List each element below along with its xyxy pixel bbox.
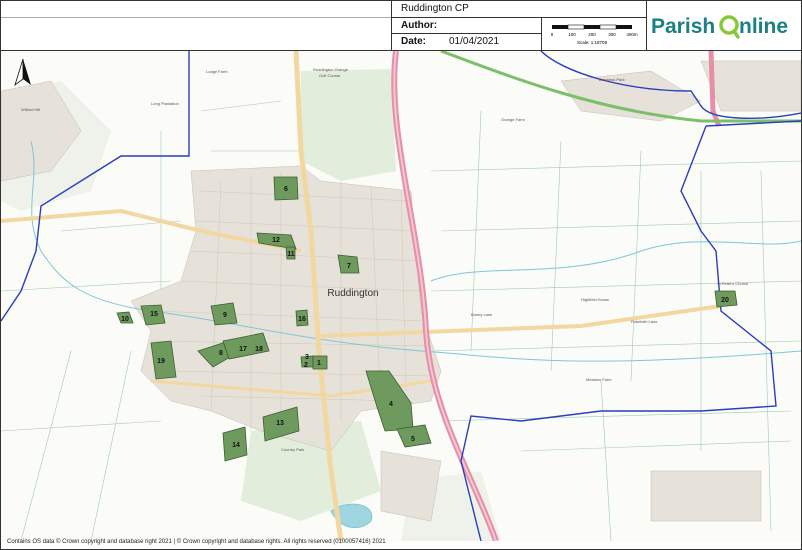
site-label: 20 (721, 297, 729, 304)
site-label: 4 (389, 401, 393, 408)
site-label: 13 (276, 420, 284, 427)
site-label: 2 (304, 362, 308, 369)
scale-tick: 100 (568, 32, 576, 37)
site-label: 18 (255, 346, 263, 353)
scale-tick: 300 (608, 32, 616, 37)
date-label: Date: (401, 36, 427, 47)
site-label: 6 (284, 186, 288, 193)
author-label: Author: (401, 20, 438, 31)
site-label: 5 (411, 436, 415, 443)
map-header: Ruddington CP Author: Date: 01/04/2021 0… (1, 1, 801, 51)
scale-tick: 0 (551, 32, 554, 37)
map-label: Grange Farm (501, 117, 525, 122)
map-label: St Peter's Church (717, 281, 748, 286)
parish-online-logo[interactable]: Parish nline (649, 7, 799, 43)
scale-tick: 200 (588, 32, 596, 37)
map-label: Ruddington Grange (313, 67, 349, 72)
site-label: 1 (317, 360, 321, 367)
map-label: Flawforth Lane (631, 319, 658, 324)
map-label: Long Plantation (151, 101, 179, 106)
site-label: 9 (223, 312, 227, 319)
site-label: 15 (150, 311, 158, 318)
header-divider (1, 17, 391, 18)
site-label: 19 (157, 358, 165, 365)
map-label: Bunny Lane (471, 312, 493, 317)
map-frame: Ruddington CP Author: Date: 01/04/2021 0… (0, 0, 802, 550)
header-divider (541, 17, 542, 50)
site-label: 16 (298, 316, 306, 323)
header-divider (646, 1, 647, 50)
map-label: Business Park (599, 77, 625, 82)
header-divider (391, 1, 392, 50)
site-label: 11 (287, 251, 295, 258)
logo-word-online: nline (739, 15, 788, 38)
magnifier-icon (719, 15, 740, 39)
scale-text: Scale: 1:18709 (577, 40, 608, 45)
site-label: 14 (232, 442, 240, 449)
scale-bar: 0 100 200 300 400m Scale: 1:18709 (551, 24, 638, 45)
map-title: Ruddington CP (401, 3, 469, 14)
header-divider (391, 17, 646, 18)
scale-tick: 400m (626, 32, 638, 37)
site-label: 10 (121, 316, 129, 323)
map-label: Lodge Farm (206, 69, 228, 74)
town-label: Ruddington (327, 288, 378, 299)
map-canvas[interactable]: 1 2 3 4 5 6 7 8 9 10 11 12 13 14 15 16 1… (1, 51, 801, 541)
copyright-notice: Contains OS data © Crown copyright and d… (7, 539, 386, 545)
logo-word-parish: Parish (651, 15, 715, 38)
map-label: Country Park (281, 447, 304, 452)
site-label: 17 (239, 346, 247, 353)
map-label: Meadow Farm (586, 377, 612, 382)
map-label: Highfield House (581, 297, 610, 302)
site-label: 3 (305, 354, 309, 361)
map-label: Wilford Hill (21, 107, 40, 112)
site-label: 8 (219, 350, 223, 357)
site-label: 12 (272, 237, 280, 244)
date-value: 01/04/2021 (449, 36, 500, 47)
map-label: Golf Course (319, 73, 341, 78)
site-label: 7 (347, 263, 351, 270)
header-divider (391, 33, 541, 34)
